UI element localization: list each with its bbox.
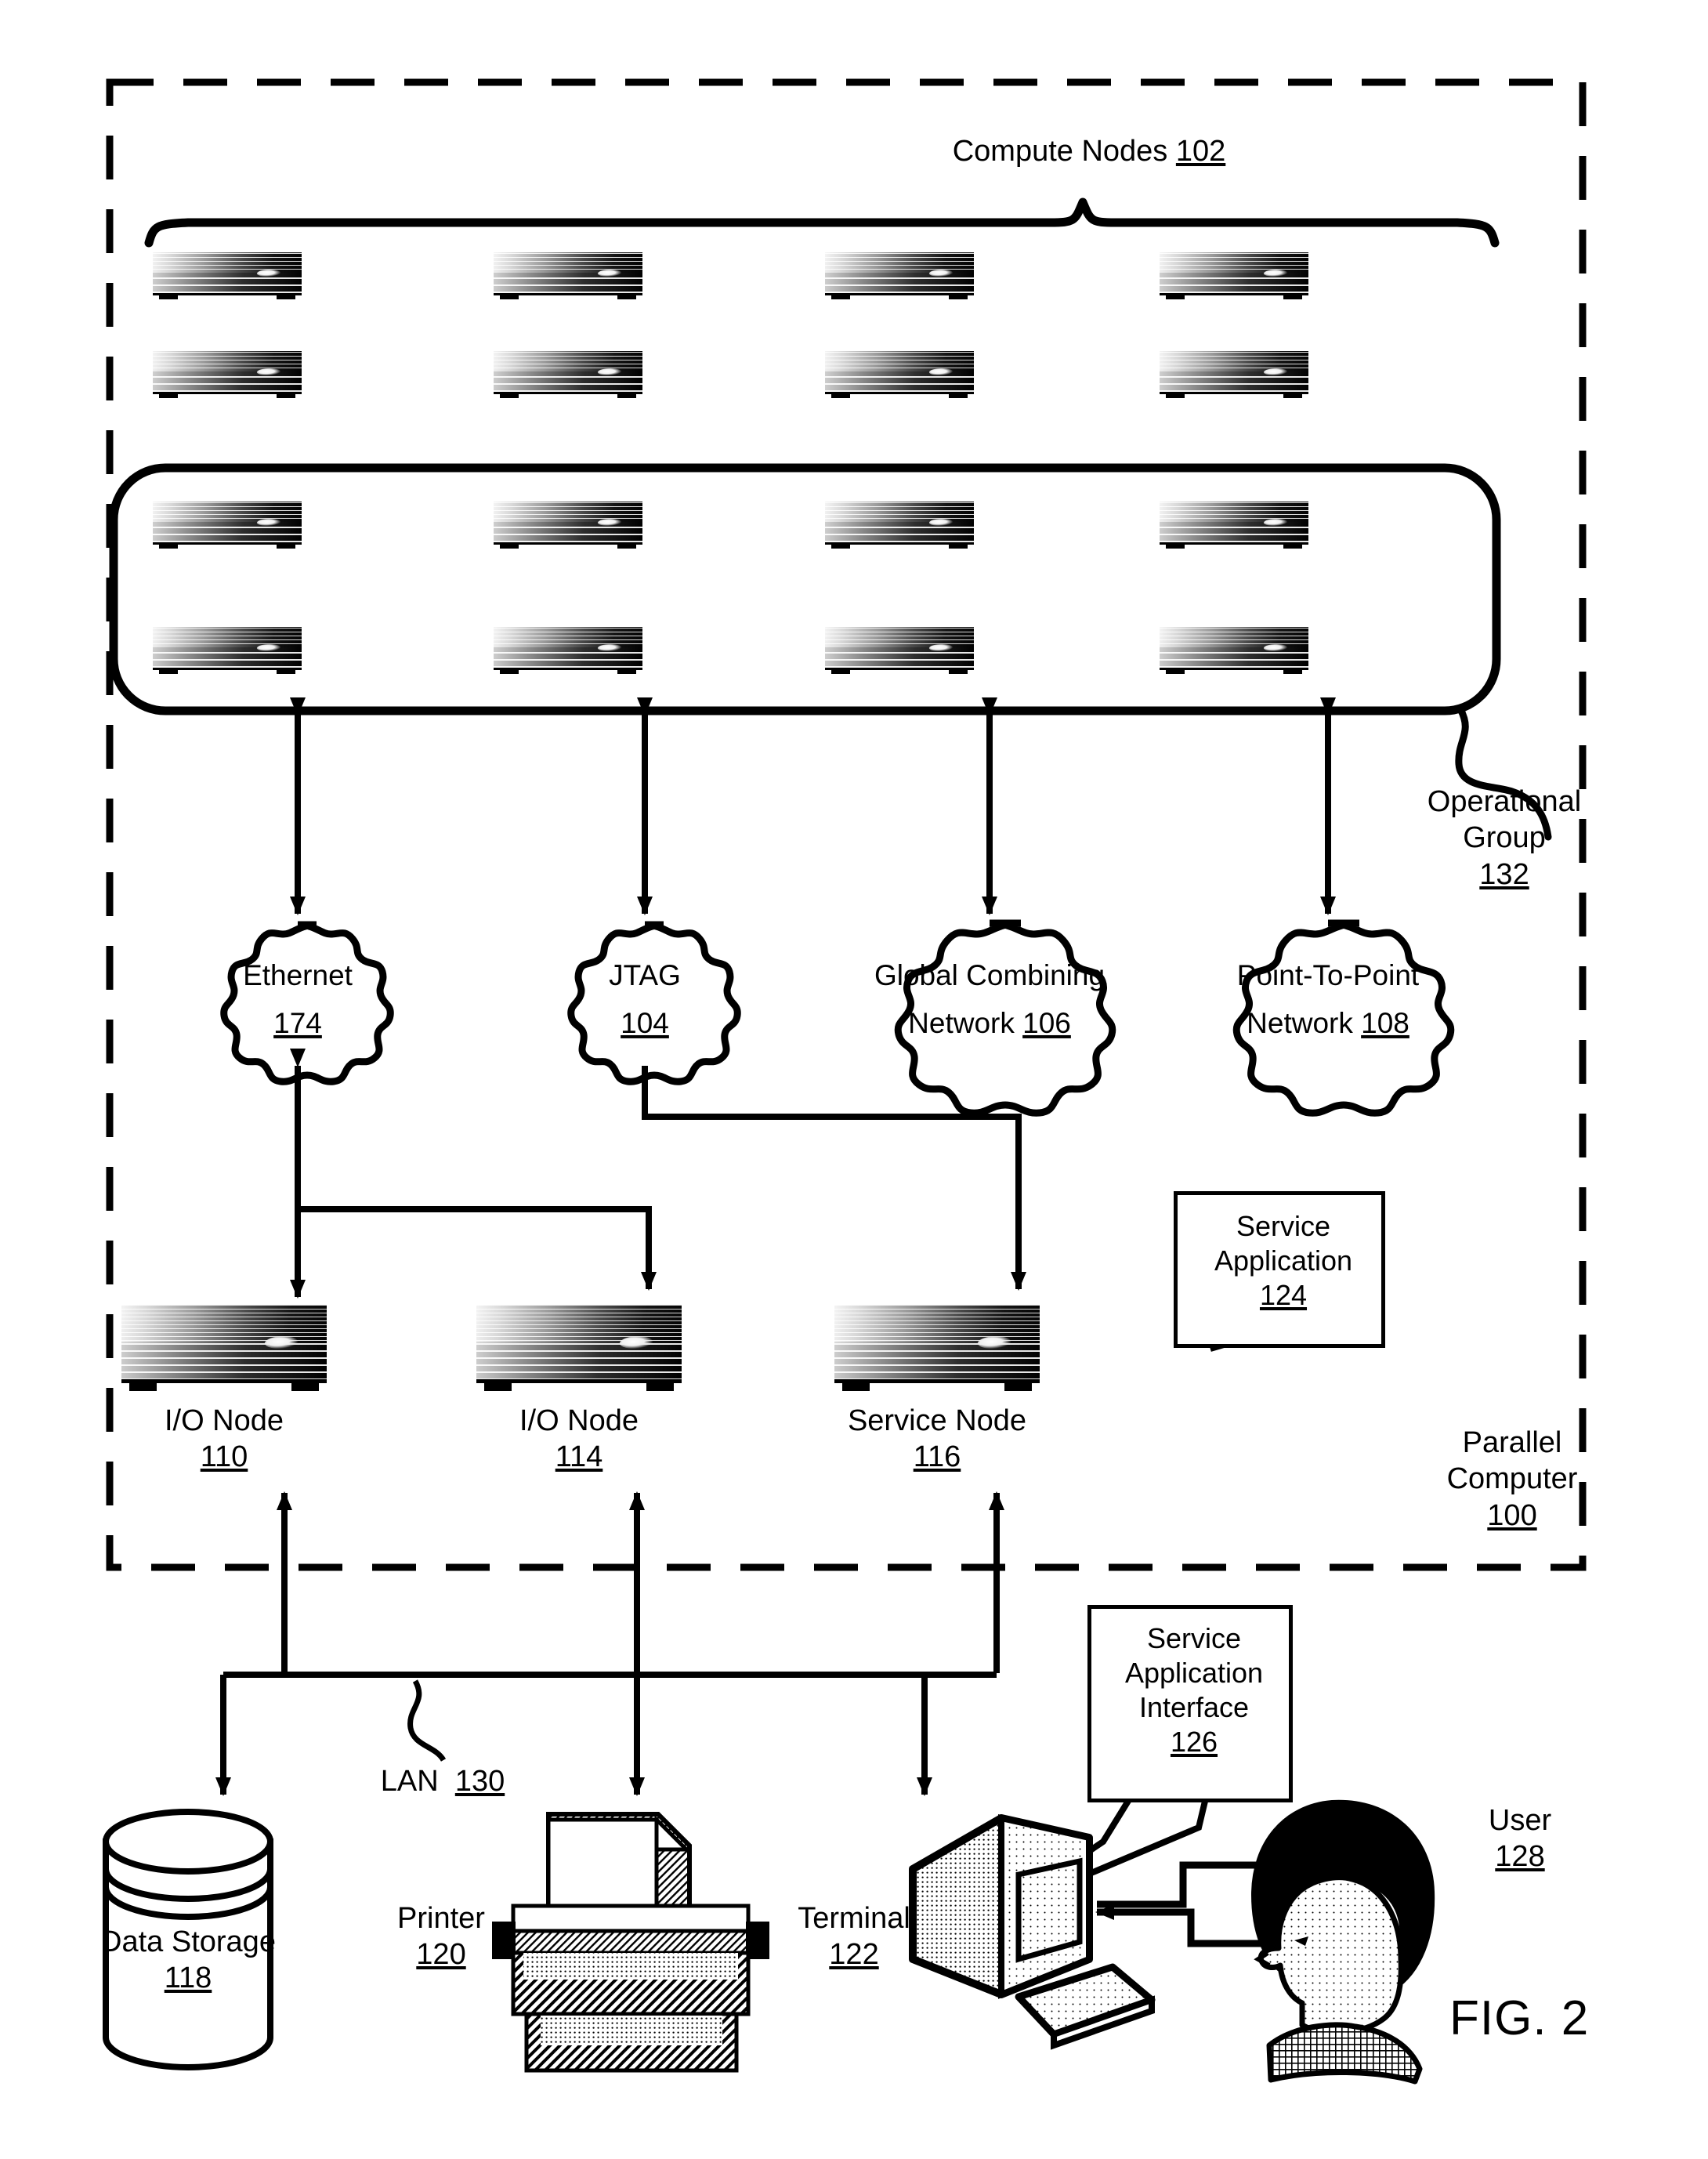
operational-group-node bbox=[1160, 502, 1308, 549]
service-application-interface-label: Service Application Interface 126 bbox=[1091, 1621, 1297, 1759]
service-application-box: Service Application 124 bbox=[1174, 1191, 1385, 1348]
operational-group-label-line2: Group bbox=[1463, 821, 1546, 855]
compute-node-server bbox=[825, 351, 974, 398]
operational-group-node bbox=[825, 627, 974, 674]
sai-line3: Interface bbox=[1138, 1690, 1250, 1723]
io-node-114-server bbox=[476, 1305, 682, 1391]
printer-ref: 120 bbox=[416, 1938, 466, 1972]
compute-node-server bbox=[825, 252, 974, 299]
data-storage-label: Data Storage 118 bbox=[78, 1924, 298, 1997]
operational-group-node bbox=[153, 627, 302, 674]
parallel-computer-ref: 100 bbox=[1487, 1498, 1537, 1532]
network-label-ethernet: Ethernet bbox=[243, 958, 353, 991]
parallel-computer-line1: Parallel bbox=[1462, 1426, 1562, 1459]
person-head-icon bbox=[1250, 1799, 1435, 2085]
network-ref-jtag: 104 bbox=[621, 1007, 669, 1039]
io-node-110-label: I/O Node 110 bbox=[130, 1403, 318, 1476]
network-label-global-combining: Global Combining bbox=[874, 958, 1105, 991]
terminal-label: Terminal 122 bbox=[776, 1900, 932, 1973]
user-label-text: User bbox=[1488, 1804, 1552, 1837]
sai-leaders bbox=[1020, 1792, 1210, 1904]
network-label-jtag: JTAG bbox=[609, 958, 681, 991]
service-application-label: Service Application 124 bbox=[1178, 1209, 1389, 1313]
terminal-label-text: Terminal bbox=[798, 1902, 910, 1935]
user-ref: 128 bbox=[1495, 1840, 1545, 1874]
service-application-ref: 124 bbox=[1259, 1278, 1308, 1311]
io-node-114-label: I/O Node 114 bbox=[485, 1403, 673, 1476]
user-terminal-arrows bbox=[1095, 1857, 1286, 1947]
service-node-label: Service Node 116 bbox=[827, 1403, 1047, 1476]
compute-node-server bbox=[153, 351, 302, 398]
io-node-114-label-text: I/O Node bbox=[519, 1404, 639, 1437]
compute-node-server bbox=[153, 252, 302, 299]
operational-group-node bbox=[153, 502, 302, 549]
operational-group-node bbox=[494, 502, 642, 549]
compute-nodes-ref: 102 bbox=[1175, 135, 1226, 168]
service-application-line1: Service bbox=[1236, 1210, 1331, 1242]
network-label-point-to-point-line2: Network bbox=[1247, 1007, 1353, 1039]
printer-label-text: Printer bbox=[397, 1902, 485, 1935]
lan-ref: 130 bbox=[454, 1765, 505, 1798]
service-node-label-text: Service Node bbox=[847, 1404, 1027, 1437]
network-cloud-jtag[interactable]: JTAG 104 bbox=[543, 925, 747, 1074]
network-to-node-connectors bbox=[290, 1049, 1026, 1299]
io-node-110-ref: 110 bbox=[200, 1440, 248, 1474]
network-cloud-ethernet[interactable]: Ethernet 174 bbox=[196, 925, 400, 1074]
figure-caption: FIG. 2 bbox=[1449, 1991, 1590, 2045]
figure-canvas: Compute Nodes 102 Operational Group 132 … bbox=[0, 0, 1708, 2159]
network-cloud-point-to-point[interactable]: Point-To-Point Network 108 bbox=[1195, 925, 1461, 1074]
data-storage-label-text: Data Storage bbox=[100, 1925, 276, 1958]
terminal-ref: 122 bbox=[829, 1938, 879, 1972]
network-cloud-global-combining[interactable]: Global Combining Network 106 bbox=[856, 925, 1123, 1074]
sai-line1: Service bbox=[1146, 1622, 1242, 1654]
compute-node-server bbox=[1160, 351, 1308, 398]
compute-node-server bbox=[1160, 252, 1308, 299]
service-node-116-server bbox=[834, 1305, 1040, 1391]
compute-node-server bbox=[494, 351, 642, 398]
parallel-computer-label: Parallel Computer 100 bbox=[1434, 1425, 1590, 1534]
data-storage-ref: 118 bbox=[164, 1962, 212, 1995]
group-to-network-arrows bbox=[290, 697, 1336, 915]
compute-nodes-brace bbox=[144, 197, 1500, 248]
sai-ref: 126 bbox=[1170, 1725, 1218, 1758]
network-ref-ethernet: 174 bbox=[273, 1007, 322, 1039]
io-node-110-label-text: I/O Node bbox=[164, 1404, 284, 1437]
network-label-point-to-point: Point-To-Point bbox=[1236, 958, 1420, 991]
compute-nodes-label-text: Compute Nodes bbox=[952, 135, 1168, 168]
operational-group-node bbox=[1160, 627, 1308, 674]
network-ref-point-to-point: 108 bbox=[1361, 1007, 1409, 1039]
operational-group-label-line1: Operational bbox=[1427, 785, 1582, 818]
operational-group-node bbox=[494, 627, 642, 674]
io-node-110-server bbox=[121, 1305, 327, 1391]
compute-node-server bbox=[494, 252, 642, 299]
printer-icon bbox=[492, 1812, 769, 2073]
network-label-global-combining-line2: Network bbox=[908, 1007, 1015, 1039]
crt-terminal-icon bbox=[909, 1814, 1156, 2050]
service-application-interface-box: Service Application Interface 126 bbox=[1087, 1605, 1293, 1802]
parallel-computer-line2: Computer bbox=[1446, 1462, 1578, 1496]
network-ref-global-combining: 106 bbox=[1022, 1007, 1071, 1039]
printer-label: Printer 120 bbox=[375, 1900, 508, 1973]
operational-group-ref: 132 bbox=[1479, 857, 1529, 891]
lan-label-text: LAN bbox=[380, 1765, 439, 1798]
io-node-114-ref: 114 bbox=[555, 1440, 603, 1474]
compute-nodes-label: Compute Nodes 102 bbox=[925, 133, 1254, 169]
operational-group-label: Operational Group 132 bbox=[1410, 784, 1598, 893]
user-label: User 128 bbox=[1449, 1802, 1590, 1875]
service-node-ref: 116 bbox=[913, 1440, 961, 1474]
lan-label: LAN 130 bbox=[341, 1763, 545, 1799]
lan-bus bbox=[215, 1491, 1004, 1796]
service-application-line2: Application bbox=[1214, 1244, 1353, 1277]
sai-line2: Application bbox=[1124, 1656, 1264, 1689]
operational-group-node bbox=[825, 502, 974, 549]
